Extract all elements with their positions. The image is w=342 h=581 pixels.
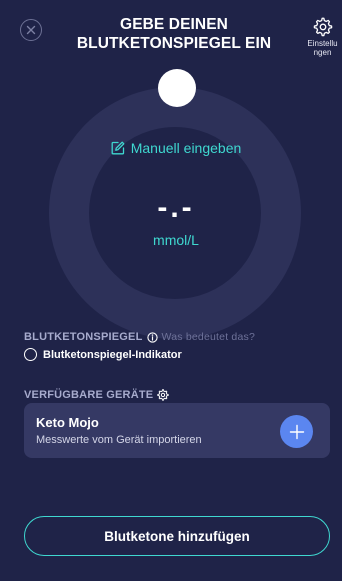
manual-entry-link[interactable]: Manuell eingeben	[0, 140, 342, 156]
device-card-keto-mojo[interactable]: Keto Mojo Messwerte vom Gerät importiere…	[24, 403, 330, 458]
settings-label: Einstellu ngen	[307, 39, 338, 57]
page-title: GEBE DEINEN BLUTKETONSPIEGEL EIN	[76, 16, 272, 52]
settings-button[interactable]: Einstellu ngen	[303, 17, 342, 57]
indicator-radio[interactable]	[24, 348, 37, 361]
plus-icon	[289, 424, 304, 439]
indicator-label: Blutketonspiegel-Indikator	[43, 348, 182, 361]
manual-entry-label: Manuell eingeben	[130, 140, 242, 156]
ketone-section-label: BLUTKETONSPIEGEL Was bedeutet das?	[24, 331, 255, 343]
device-name: Keto Mojo	[36, 415, 99, 430]
reading-unit: mmol/L	[153, 232, 199, 248]
gear-icon	[313, 17, 332, 37]
ketone-indicator-option[interactable]: Blutketonspiegel-Indikator	[24, 348, 182, 361]
edit-icon	[111, 141, 125, 155]
close-button[interactable]	[20, 19, 42, 41]
ketone-section-title: BLUTKETONSPIEGEL	[24, 331, 143, 343]
close-icon	[26, 25, 36, 35]
info-icon[interactable]	[146, 331, 158, 343]
help-link[interactable]: Was bedeutet das?	[162, 331, 256, 343]
device-settings-icon[interactable]	[157, 389, 169, 401]
add-device-button[interactable]	[280, 415, 313, 448]
devices-section-label: VERFÜGBARE GERÄTE	[24, 389, 169, 401]
dial-knob[interactable]	[158, 69, 196, 107]
ketone-reading: -.-	[157, 191, 195, 224]
device-subtitle: Messwerte vom Gerät importieren	[36, 434, 202, 446]
devices-section-title: VERFÜGBARE GERÄTE	[24, 389, 154, 401]
add-ketones-button[interactable]: Blutketone hinzufügen	[24, 516, 330, 556]
